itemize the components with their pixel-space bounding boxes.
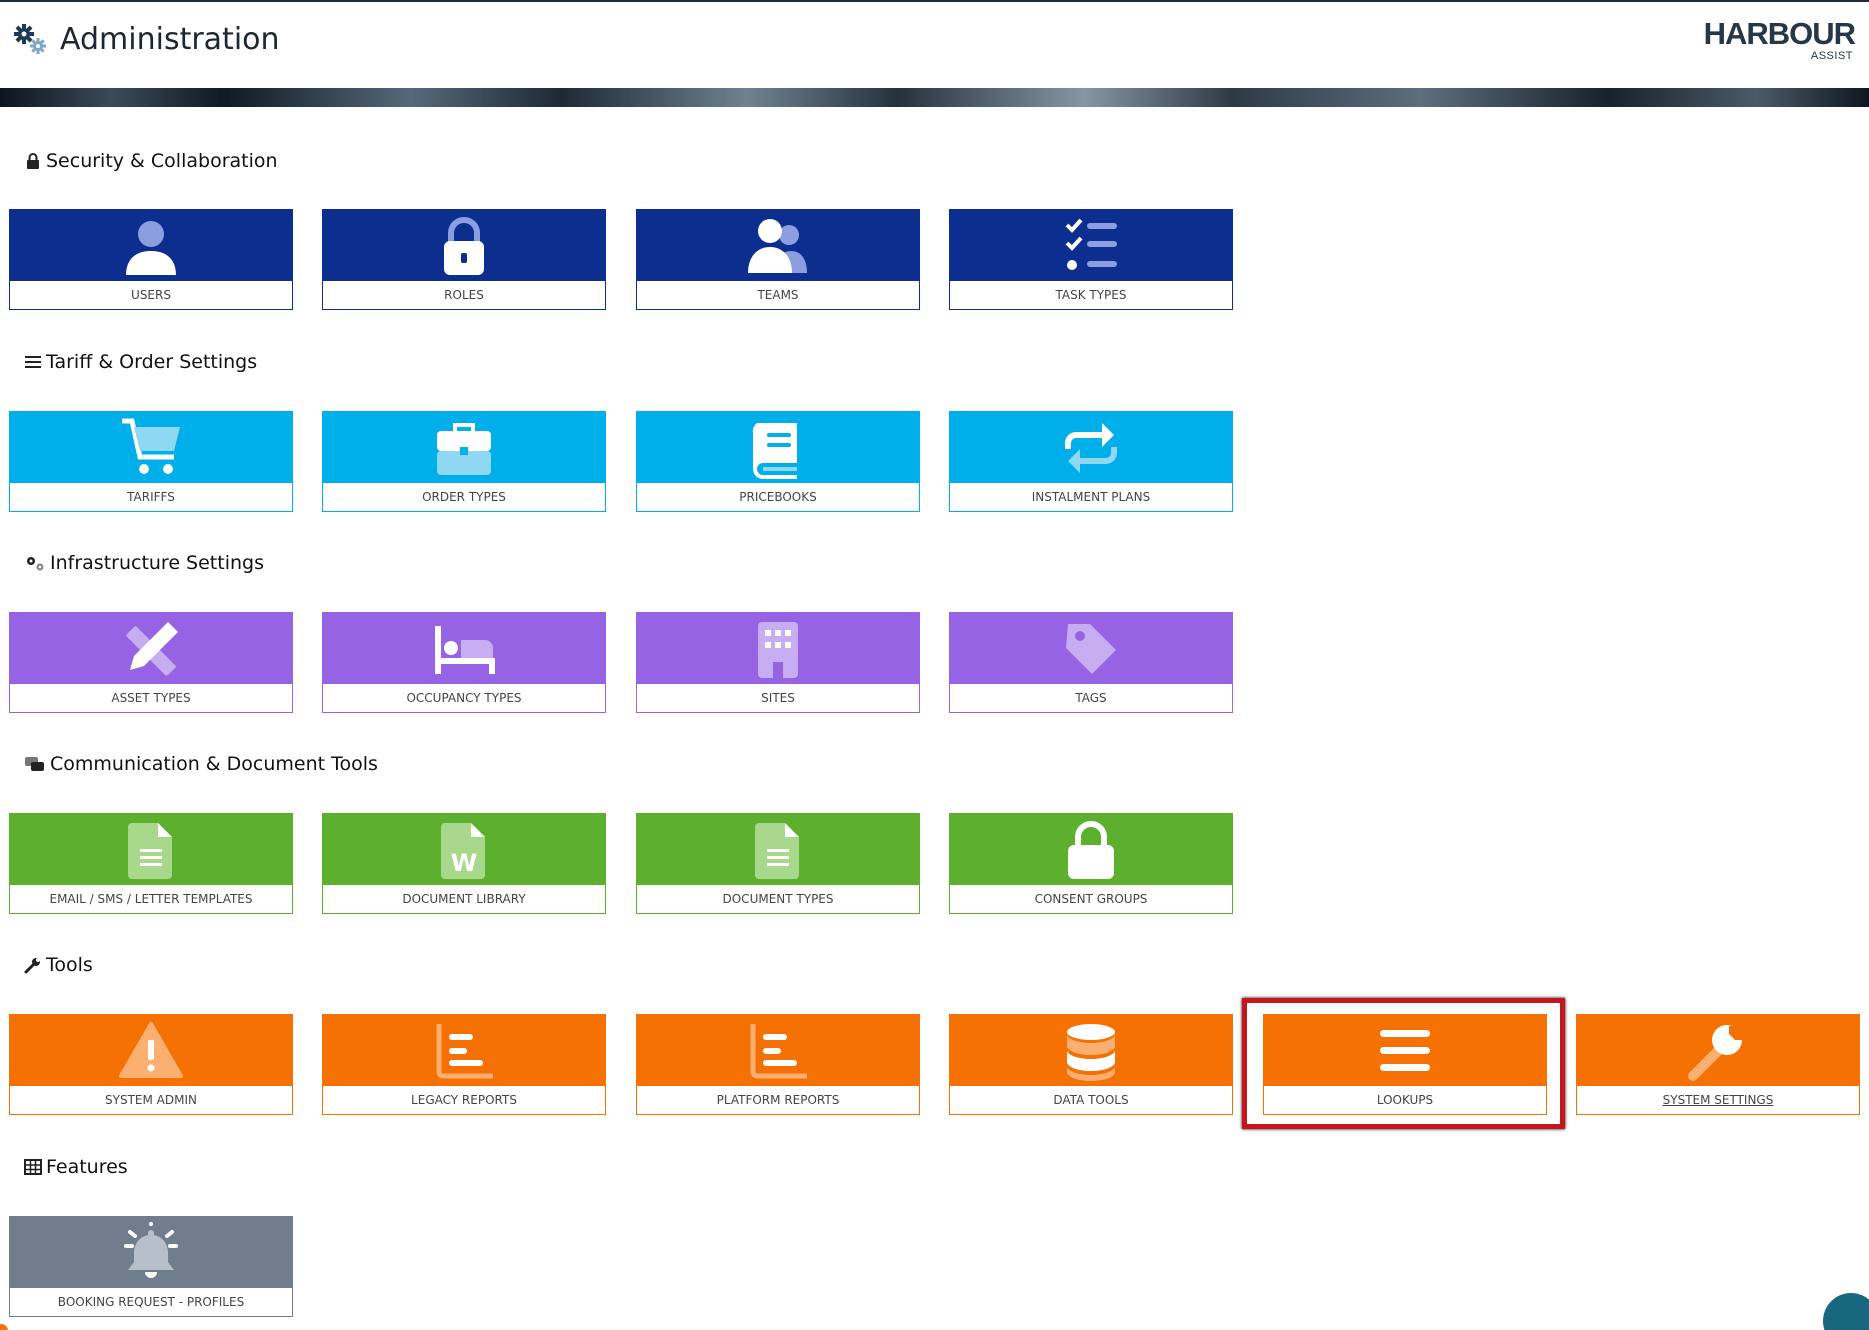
tile-instalment-plans[interactable]: INSTALMENT PLANS xyxy=(949,411,1233,512)
database-icon xyxy=(1067,1023,1115,1081)
svg-text:W: W xyxy=(451,849,477,877)
wrench-icon xyxy=(24,958,40,974)
file-text-icon xyxy=(128,822,172,879)
tile-label: ORDER TYPES xyxy=(422,490,506,504)
harbour-assist-logo[interactable]: HARBOUR ASSIST xyxy=(1703,16,1856,66)
building-icon xyxy=(758,621,798,678)
lock-closed-icon xyxy=(1068,820,1114,879)
users-icon xyxy=(748,218,807,273)
tile-legacy-reports[interactable]: LEGACY REPORTS xyxy=(322,1014,606,1115)
table-icon xyxy=(24,1159,42,1175)
tile-label: SITES xyxy=(761,691,795,705)
tile-label: OCCUPANCY TYPES xyxy=(406,691,522,705)
section-title-label: Communication & Document Tools xyxy=(50,753,378,775)
tile-label: ASSET TYPES xyxy=(111,691,191,705)
tile-label: SYSTEM SETTINGS xyxy=(1662,1093,1774,1107)
tile-label: TASK TYPES xyxy=(1055,288,1127,302)
padlock-icon xyxy=(444,216,484,275)
tile-label: DOCUMENT LIBRARY xyxy=(402,892,526,906)
user-icon xyxy=(126,220,176,275)
tile-label: PLATFORM REPORTS xyxy=(716,1093,840,1107)
section-title-communication: Communication & Document Tools xyxy=(24,753,378,775)
tile-asset-types[interactable]: ASSET TYPES xyxy=(9,612,293,713)
bar-chart-icon xyxy=(436,1023,493,1078)
section-title-security: Security & Collaboration xyxy=(24,150,278,172)
bed-icon xyxy=(435,625,495,674)
bar-chart-icon xyxy=(750,1023,807,1078)
tile-label: SYSTEM ADMIN xyxy=(105,1093,197,1107)
section-title-tools: Tools xyxy=(24,954,93,976)
tile-users[interactable]: USERS xyxy=(9,209,293,310)
tile-label: EMAIL / SMS / LETTER TEMPLATES xyxy=(49,892,253,906)
logo-sub: ASSIST xyxy=(1810,50,1853,62)
tile-email-sms-letter-templates[interactable]: EMAIL / SMS / LETTER TEMPLATES xyxy=(9,813,293,914)
page-header: Administration HARBOUR ASSIST xyxy=(0,2,1869,88)
warning-icon xyxy=(119,1021,183,1078)
tile-roles[interactable]: ROLES xyxy=(322,209,606,310)
file-lines-icon xyxy=(755,822,799,879)
tile-document-types[interactable]: DOCUMENT TYPES xyxy=(636,813,920,914)
gears-icon xyxy=(27,557,44,571)
section-title-features: Features xyxy=(24,1156,128,1178)
help-fab-button[interactable] xyxy=(1823,1293,1869,1330)
bell-icon xyxy=(124,1221,178,1278)
section-title-label: Tariff & Order Settings xyxy=(46,351,258,373)
tile-sites[interactable]: SITES xyxy=(636,612,920,713)
tile-tariffs[interactable]: TARIFFS xyxy=(9,411,293,512)
tile-teams[interactable]: TEAMS xyxy=(636,209,920,310)
section-title-label: Security & Collaboration xyxy=(46,150,278,172)
file-word-icon: W xyxy=(441,822,485,879)
logo-brand: HARBOUR xyxy=(1703,16,1856,51)
tile-label: DOCUMENT TYPES xyxy=(722,892,834,906)
section-title-infrastructure: Infrastructure Settings xyxy=(24,552,264,574)
tile-document-library[interactable]: W DOCUMENT LIBRARY xyxy=(322,813,606,914)
tile-label: LEGACY REPORTS xyxy=(411,1093,517,1107)
tile-task-types[interactable]: TASK TYPES xyxy=(949,209,1233,310)
briefcase-icon xyxy=(437,422,491,475)
comments-icon xyxy=(25,757,44,771)
tile-label: PRICEBOOKS xyxy=(739,490,817,504)
tag-icon xyxy=(1066,623,1116,674)
page-title: Administration xyxy=(60,22,280,57)
tile-system-settings[interactable]: SYSTEM SETTINGS xyxy=(1576,1014,1860,1115)
cart-icon xyxy=(122,418,180,474)
tile-label: TAGS xyxy=(1075,691,1107,705)
tile-occupancy-types[interactable]: OCCUPANCY TYPES xyxy=(322,612,606,713)
section-title-label: Features xyxy=(46,1156,128,1178)
tile-data-tools[interactable]: DATA TOOLS xyxy=(949,1014,1233,1115)
repeat-icon xyxy=(1065,422,1117,473)
tile-tags[interactable]: TAGS xyxy=(949,612,1233,713)
lock-icon xyxy=(27,153,39,169)
tile-label: TEAMS xyxy=(757,288,799,302)
tile-lookups[interactable]: LOOKUPS xyxy=(1263,1014,1547,1115)
tile-system-admin[interactable]: SYSTEM ADMIN xyxy=(9,1014,293,1115)
tile-consent-groups[interactable]: CONSENT GROUPS xyxy=(949,813,1233,914)
checklist-icon xyxy=(1065,218,1117,270)
wrench-icon xyxy=(1688,1024,1743,1081)
pencil-ruler-icon xyxy=(126,621,178,676)
tile-platform-reports[interactable]: PLATFORM REPORTS xyxy=(636,1014,920,1115)
tile-booking-request-profiles[interactable]: BOOKING REQUEST - PROFILES xyxy=(9,1216,293,1317)
tile-label: USERS xyxy=(131,288,171,302)
tile-label: ROLES xyxy=(444,288,484,302)
book-icon xyxy=(752,422,797,479)
tile-label: LOOKUPS xyxy=(1376,1093,1434,1107)
tile-label: BOOKING REQUEST - PROFILES xyxy=(57,1295,245,1309)
section-title-label: Tools xyxy=(46,954,93,976)
tile-label: CONSENT GROUPS xyxy=(1034,892,1148,906)
list-icon xyxy=(25,356,41,368)
section-title-label: Infrastructure Settings xyxy=(50,552,264,574)
tile-order-types[interactable]: ORDER TYPES xyxy=(322,411,606,512)
header-banner xyxy=(0,88,1869,107)
status-dot xyxy=(0,1324,8,1330)
tile-label: TARIFFS xyxy=(127,490,175,504)
gears-icon xyxy=(14,24,46,54)
tile-label: INSTALMENT PLANS xyxy=(1031,490,1151,504)
tile-pricebooks[interactable]: PRICEBOOKS xyxy=(636,411,920,512)
tile-label: DATA TOOLS xyxy=(1053,1093,1129,1107)
section-title-tariff: Tariff & Order Settings xyxy=(24,351,257,373)
bars-icon xyxy=(1380,1029,1430,1071)
